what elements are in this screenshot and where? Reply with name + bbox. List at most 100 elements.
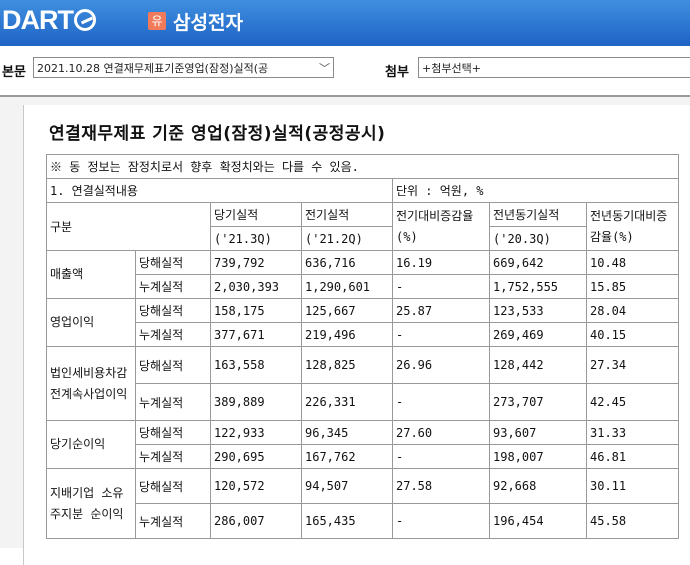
value-current: 122,933: [210, 420, 302, 445]
logo-text: DART: [2, 5, 74, 35]
table-row: 매출액 당해실적 739,792 636,716 16.19 669,642 1…: [46, 250, 679, 299]
attachment-select-value: +첨부선택+: [422, 62, 481, 75]
table-row: 당기순이익 당해실적 122,933 96,345 27.60 93,607 3…: [46, 420, 679, 469]
section-cell: 1. 연결실적내용: [46, 178, 393, 203]
company-name: 삼성전자: [173, 12, 243, 34]
table-row: 법인세비용차감전계속사업이익 당해실적 163,558 128,825 26.9…: [46, 346, 679, 421]
table-row: 누계실적 290,695 167,762 - 198,007 46.81: [47, 444, 679, 469]
value-previous: 167,762: [301, 444, 393, 469]
period-type: 누계실적: [135, 274, 211, 299]
top-header: DART 유 삼성전자: [0, 0, 690, 46]
company-type-badge: 유: [148, 12, 166, 30]
value-previous: 125,667: [301, 298, 393, 323]
value-qoq: -: [392, 322, 490, 347]
document-frame: 연결재무제표 기준 영업(잠정)실적(공정공시) ※ 동 정보는 잠정치로서 향…: [0, 95, 690, 565]
value-qoq: -: [392, 274, 490, 299]
value-yoy: 45.58: [586, 503, 679, 539]
value-previous: 165,435: [301, 503, 393, 539]
header-yoy-prev: 전년동기실적: [489, 202, 587, 227]
period-type: 당해실적: [135, 298, 211, 323]
value-previous: 219,496: [301, 322, 393, 347]
table-row: 누계실적 389,889 226,331 - 273,707 42.45: [47, 383, 679, 421]
value-current: 377,671: [210, 322, 302, 347]
period-type: 누계실적: [135, 322, 211, 347]
value-previous: 94,507: [301, 468, 393, 504]
value-yoy: 40.15: [586, 322, 679, 347]
value-yoy-prev: 1,752,555: [489, 274, 587, 299]
value-current: 290,695: [210, 444, 302, 469]
value-yoy-prev: 273,707: [489, 383, 587, 421]
value-yoy: 28.04: [586, 298, 679, 323]
value-current: 286,007: [210, 503, 302, 539]
value-yoy: 27.34: [586, 346, 679, 384]
value-yoy: 30.11: [586, 468, 679, 504]
value-previous: 1,290,601: [301, 274, 393, 299]
header-current: 당기실적: [210, 202, 302, 227]
item-label: 법인세비용차감전계속사업이익: [46, 346, 136, 421]
value-yoy: 31.33: [586, 420, 679, 445]
globe-icon: [74, 9, 96, 31]
header-qoq: 전기대비증감율(%): [392, 202, 490, 251]
table-row: 누계실적 377,671 219,496 - 269,469 40.15: [47, 322, 679, 347]
unit-cell: 단위 : 억원, %: [392, 178, 679, 203]
item-label: 당기순이익: [46, 420, 136, 469]
table-row: 영업이익 당해실적 158,175 125,667 25.87 123,533 …: [46, 298, 679, 347]
value-qoq: 27.58: [392, 468, 490, 504]
period-type: 당해실적: [135, 468, 211, 504]
value-current: 158,175: [210, 298, 302, 323]
header-category: 구분: [46, 202, 211, 251]
document-body: 연결재무제표 기준 영업(잠정)실적(공정공시) ※ 동 정보는 잠정치로서 향…: [23, 105, 690, 565]
table-row: 지배기업 소유주지분 순이익 당해실적 120,572 94,507 27.58…: [46, 468, 679, 539]
header-yoy: 전년동기대비증감율(%): [586, 202, 679, 251]
header-previous-period: ('21.2Q): [301, 226, 393, 251]
value-qoq: 25.87: [392, 298, 490, 323]
value-yoy: 46.81: [586, 444, 679, 469]
header-yoy-prev-period: ('20.3Q): [489, 226, 587, 251]
attachment-select[interactable]: +첨부선택+: [418, 57, 690, 78]
value-yoy: 42.45: [586, 383, 679, 421]
value-qoq: -: [392, 444, 490, 469]
value-current: 120,572: [210, 468, 302, 504]
value-yoy-prev: 123,533: [489, 298, 587, 323]
value-qoq: -: [392, 503, 490, 539]
value-previous: 636,716: [301, 250, 393, 275]
notice-cell: ※ 동 정보는 잠정치로서 향후 확정치와는 다를 수 있음.: [46, 154, 679, 179]
item-label: 영업이익: [46, 298, 136, 347]
value-yoy-prev: 269,469: [489, 322, 587, 347]
document-title: 연결재무제표 기준 영업(잠정)실적(공정공시): [49, 124, 386, 144]
attachment-label: 첨부: [385, 65, 409, 80]
dart-logo[interactable]: DART: [2, 5, 96, 36]
value-yoy-prev: 93,607: [489, 420, 587, 445]
period-type: 당해실적: [135, 420, 211, 445]
main-doc-select[interactable]: 2021.10.28 연결재무제표기준영업(잠정)실적(공 ﹀: [33, 57, 334, 78]
period-type: 당해실적: [135, 346, 211, 384]
value-previous: 226,331: [301, 383, 393, 421]
value-current: 389,889: [210, 383, 302, 421]
main-doc-select-value: 2021.10.28 연결재무제표기준영업(잠정)실적(공: [37, 62, 269, 75]
value-current: 739,792: [210, 250, 302, 275]
value-qoq: -: [392, 383, 490, 421]
document-filter-bar: 본문 2021.10.28 연결재무제표기준영업(잠정)실적(공 ﹀ 첨부 +첨…: [0, 56, 690, 82]
value-yoy-prev: 669,642: [489, 250, 587, 275]
earnings-table: ※ 동 정보는 잠정치로서 향후 확정치와는 다를 수 있음. 1. 연결실적내…: [46, 154, 679, 539]
value-yoy: 15.85: [586, 274, 679, 299]
header-previous: 전기실적: [301, 202, 393, 227]
period-type: 당해실적: [135, 250, 211, 275]
value-previous: 96,345: [301, 420, 393, 445]
period-type: 누계실적: [135, 444, 211, 469]
value-current: 2,030,393: [210, 274, 302, 299]
item-label: 지배기업 소유주지분 순이익: [46, 468, 136, 539]
value-yoy-prev: 198,007: [489, 444, 587, 469]
header-current-period: ('21.3Q): [210, 226, 302, 251]
chevron-down-icon: ﹀: [317, 58, 330, 77]
value-qoq: 27.60: [392, 420, 490, 445]
table-row: 누계실적 286,007 165,435 - 196,454 45.58: [47, 503, 679, 539]
value-yoy-prev: 92,668: [489, 468, 587, 504]
value-previous: 128,825: [301, 346, 393, 384]
value-yoy-prev: 196,454: [489, 503, 587, 539]
table-row: 누계실적 2,030,393 1,290,601 - 1,752,555 15.…: [47, 274, 679, 299]
value-yoy-prev: 128,442: [489, 346, 587, 384]
value-yoy: 10.48: [586, 250, 679, 275]
period-type: 누계실적: [135, 503, 211, 539]
value-current: 163,558: [210, 346, 302, 384]
